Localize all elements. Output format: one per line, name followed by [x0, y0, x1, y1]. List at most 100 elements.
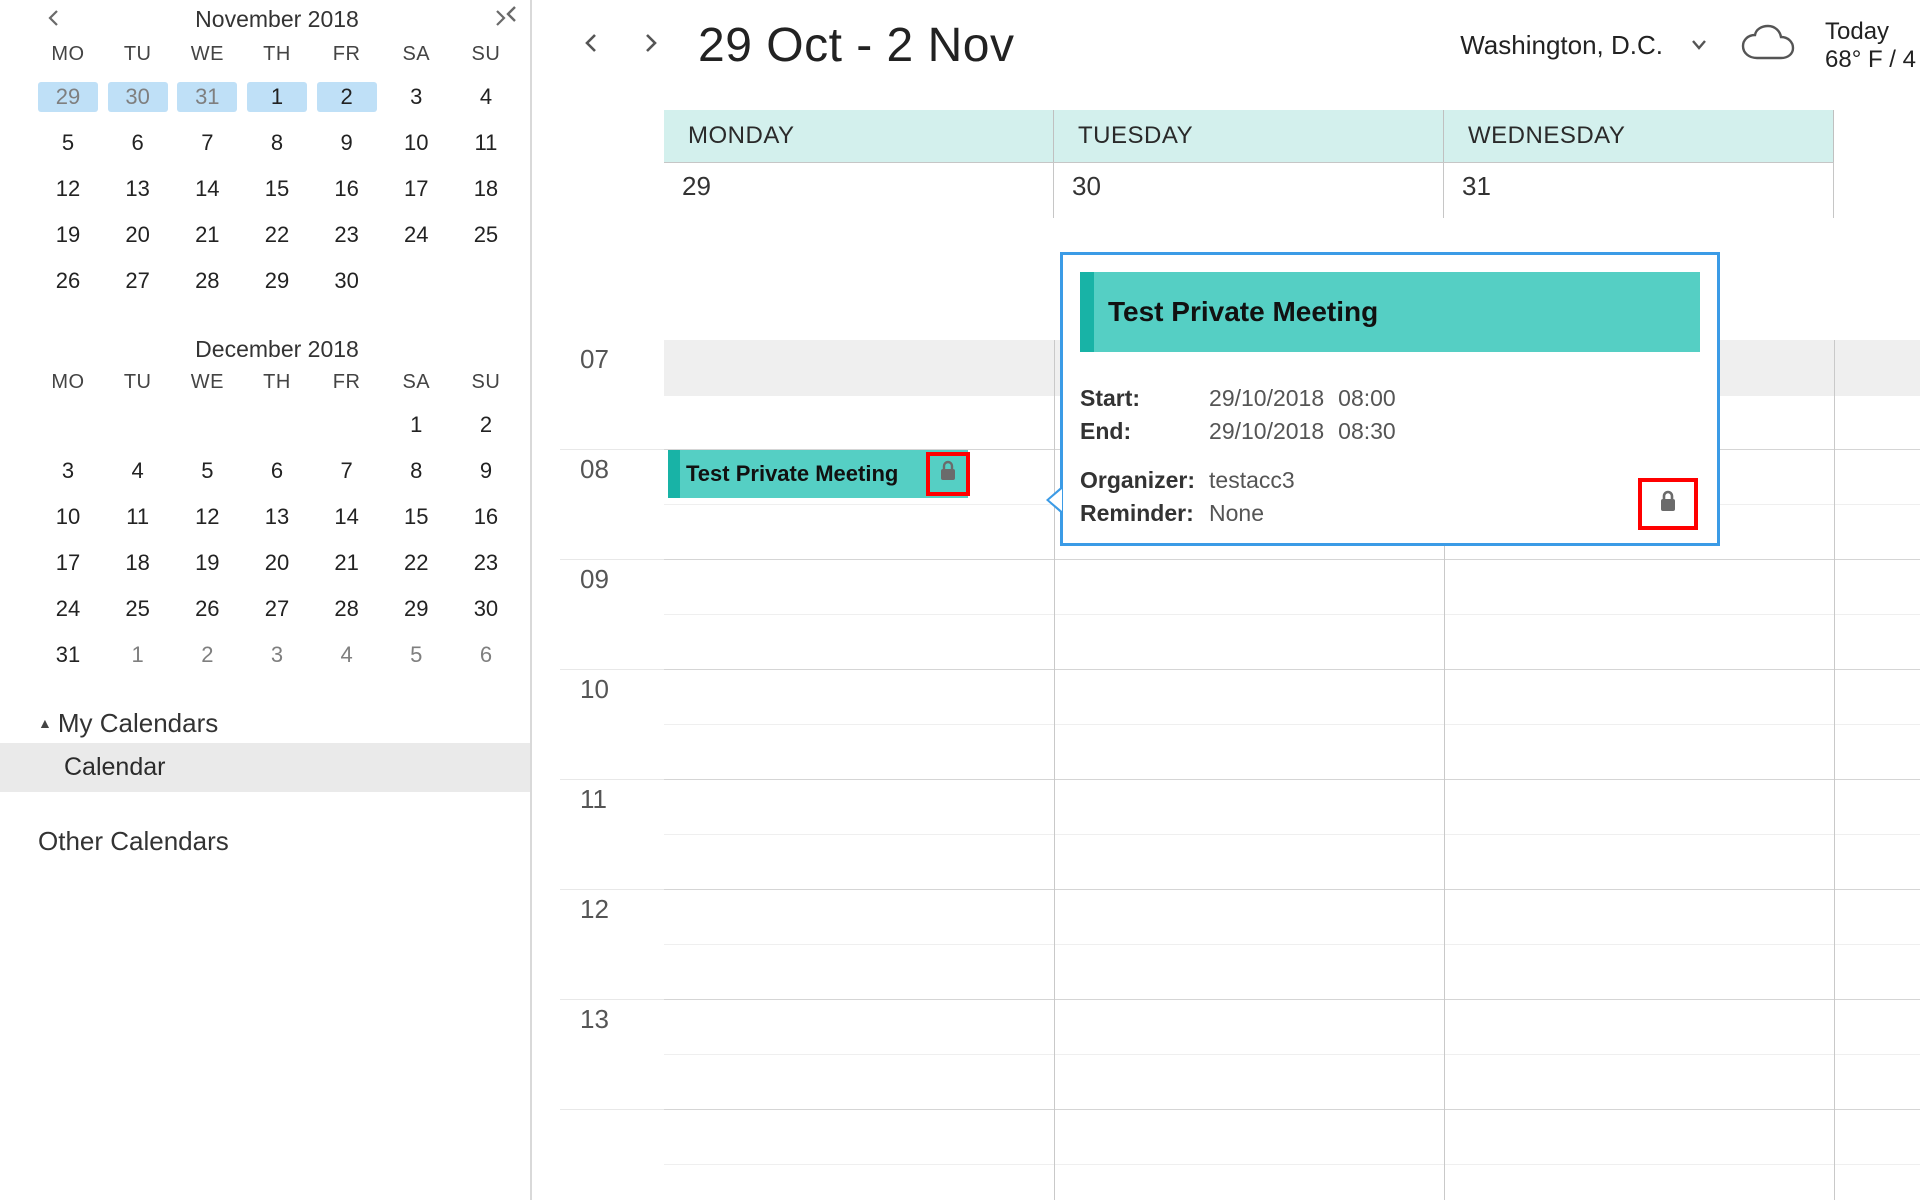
mini-calendar-title: November 2018 [92, 6, 462, 33]
date-cell[interactable]: 21 [317, 548, 377, 578]
date-cell[interactable]: 11 [108, 502, 168, 532]
weekday-label: MO [38, 371, 98, 394]
date-cell[interactable]: 20 [108, 220, 168, 250]
calendar-event[interactable]: Test Private Meeting [668, 450, 968, 498]
date-cell[interactable]: 29 [386, 594, 446, 624]
my-calendars-group[interactable]: ▲ My Calendars [38, 704, 516, 743]
date-cell[interactable]: 1 [247, 82, 307, 112]
other-calendars-group[interactable]: Other Calendars [38, 826, 516, 857]
date-cell[interactable]: 28 [177, 266, 237, 296]
date-cell[interactable]: 4 [317, 640, 377, 670]
date-cell[interactable]: 31 [38, 640, 98, 670]
date-cell[interactable]: 8 [386, 456, 446, 486]
date-cell[interactable]: 7 [317, 456, 377, 486]
date-cell[interactable]: 15 [247, 174, 307, 204]
event-tooltip: Test Private Meeting Start: 29/10/2018 0… [1060, 252, 1720, 546]
date-cell [247, 410, 307, 440]
date-cell[interactable]: 16 [456, 502, 516, 532]
date-cell[interactable]: 30 [317, 266, 377, 296]
date-cell[interactable]: 6 [247, 456, 307, 486]
date-cell[interactable]: 30 [456, 594, 516, 624]
date-cell[interactable]: 16 [317, 174, 377, 204]
date-cell[interactable]: 5 [38, 128, 98, 158]
date-cell[interactable]: 1 [386, 410, 446, 440]
date-cell[interactable]: 3 [247, 640, 307, 670]
date-cell[interactable]: 7 [177, 128, 237, 158]
day-header[interactable]: WEDNESDAY [1444, 110, 1834, 162]
date-cell[interactable]: 2 [456, 410, 516, 440]
date-cell[interactable]: 24 [386, 220, 446, 250]
date-cell[interactable]: 23 [317, 220, 377, 250]
hour-label: 10 [560, 670, 664, 780]
date-cell[interactable]: 2 [177, 640, 237, 670]
date-cell[interactable]: 14 [177, 174, 237, 204]
date-cell[interactable]: 29 [38, 82, 98, 112]
date-cell[interactable]: 12 [177, 502, 237, 532]
calendar-item[interactable]: Calendar [0, 743, 530, 792]
date-cell[interactable]: 4 [108, 456, 168, 486]
date-cell[interactable]: 5 [177, 456, 237, 486]
date-cell[interactable]: 17 [386, 174, 446, 204]
weather-cloud-icon [1735, 24, 1805, 68]
date-cell[interactable]: 27 [247, 594, 307, 624]
date-cell[interactable]: 26 [177, 594, 237, 624]
date-cell[interactable]: 4 [456, 82, 516, 112]
date-cell[interactable]: 22 [386, 548, 446, 578]
date-cell[interactable]: 14 [317, 502, 377, 532]
date-cell[interactable]: 3 [38, 456, 98, 486]
date-cell[interactable]: 22 [247, 220, 307, 250]
prev-month-icon[interactable] [38, 4, 68, 35]
date-cell[interactable]: 19 [38, 220, 98, 250]
date-cell[interactable]: 5 [386, 640, 446, 670]
date-cell[interactable]: 21 [177, 220, 237, 250]
date-cell[interactable]: 6 [456, 640, 516, 670]
date-cell[interactable]: 19 [177, 548, 237, 578]
date-cell[interactable]: 25 [456, 220, 516, 250]
prev-week-icon[interactable] [578, 28, 604, 64]
date-cell[interactable]: 9 [317, 128, 377, 158]
date-cell[interactable]: 30 [108, 82, 168, 112]
date-cell[interactable]: 13 [108, 174, 168, 204]
date-cell[interactable]: 27 [108, 266, 168, 296]
date-cell[interactable]: 13 [247, 502, 307, 532]
weekday-label: SA [386, 43, 446, 66]
date-cell[interactable]: 18 [456, 174, 516, 204]
date-cell[interactable]: 2 [317, 82, 377, 112]
next-week-icon[interactable] [638, 28, 664, 64]
hour-label: 11 [560, 780, 664, 890]
date-cell[interactable]: 20 [247, 548, 307, 578]
collapse-sidebar-icon[interactable] [502, 4, 522, 30]
date-cell[interactable]: 28 [317, 594, 377, 624]
today-weather-block[interactable]: Today 68° F / 4 [1825, 18, 1916, 73]
weekday-label: WE [177, 43, 237, 66]
date-cell[interactable]: 8 [247, 128, 307, 158]
day-number[interactable]: 31 [1444, 162, 1834, 218]
date-cell[interactable]: 25 [108, 594, 168, 624]
day-header[interactable]: TUESDAY [1054, 110, 1444, 162]
date-cell[interactable]: 12 [38, 174, 98, 204]
date-cell[interactable]: 1 [108, 640, 168, 670]
location-dropdown-icon[interactable] [1683, 31, 1715, 61]
date-cell[interactable]: 9 [456, 456, 516, 486]
date-cell[interactable]: 3 [386, 82, 446, 112]
expand-icon: ▲ [38, 715, 52, 731]
date-cell[interactable]: 23 [456, 548, 516, 578]
day-header[interactable]: MONDAY [664, 110, 1054, 162]
day-number[interactable]: 29 [664, 162, 1054, 218]
date-cell[interactable]: 18 [108, 548, 168, 578]
today-temp: 68° F / 4 [1825, 46, 1916, 74]
date-cell[interactable]: 24 [38, 594, 98, 624]
date-cell[interactable]: 10 [386, 128, 446, 158]
date-cell[interactable]: 29 [247, 266, 307, 296]
day-number[interactable]: 30 [1054, 162, 1444, 218]
date-cell[interactable]: 31 [177, 82, 237, 112]
date-cell [317, 410, 377, 440]
date-cell[interactable]: 10 [38, 502, 98, 532]
start-label: Start: [1080, 382, 1209, 415]
weekday-label: SA [386, 371, 446, 394]
date-cell[interactable]: 15 [386, 502, 446, 532]
date-cell[interactable]: 26 [38, 266, 98, 296]
date-cell[interactable]: 11 [456, 128, 516, 158]
date-cell[interactable]: 6 [108, 128, 168, 158]
date-cell[interactable]: 17 [38, 548, 98, 578]
